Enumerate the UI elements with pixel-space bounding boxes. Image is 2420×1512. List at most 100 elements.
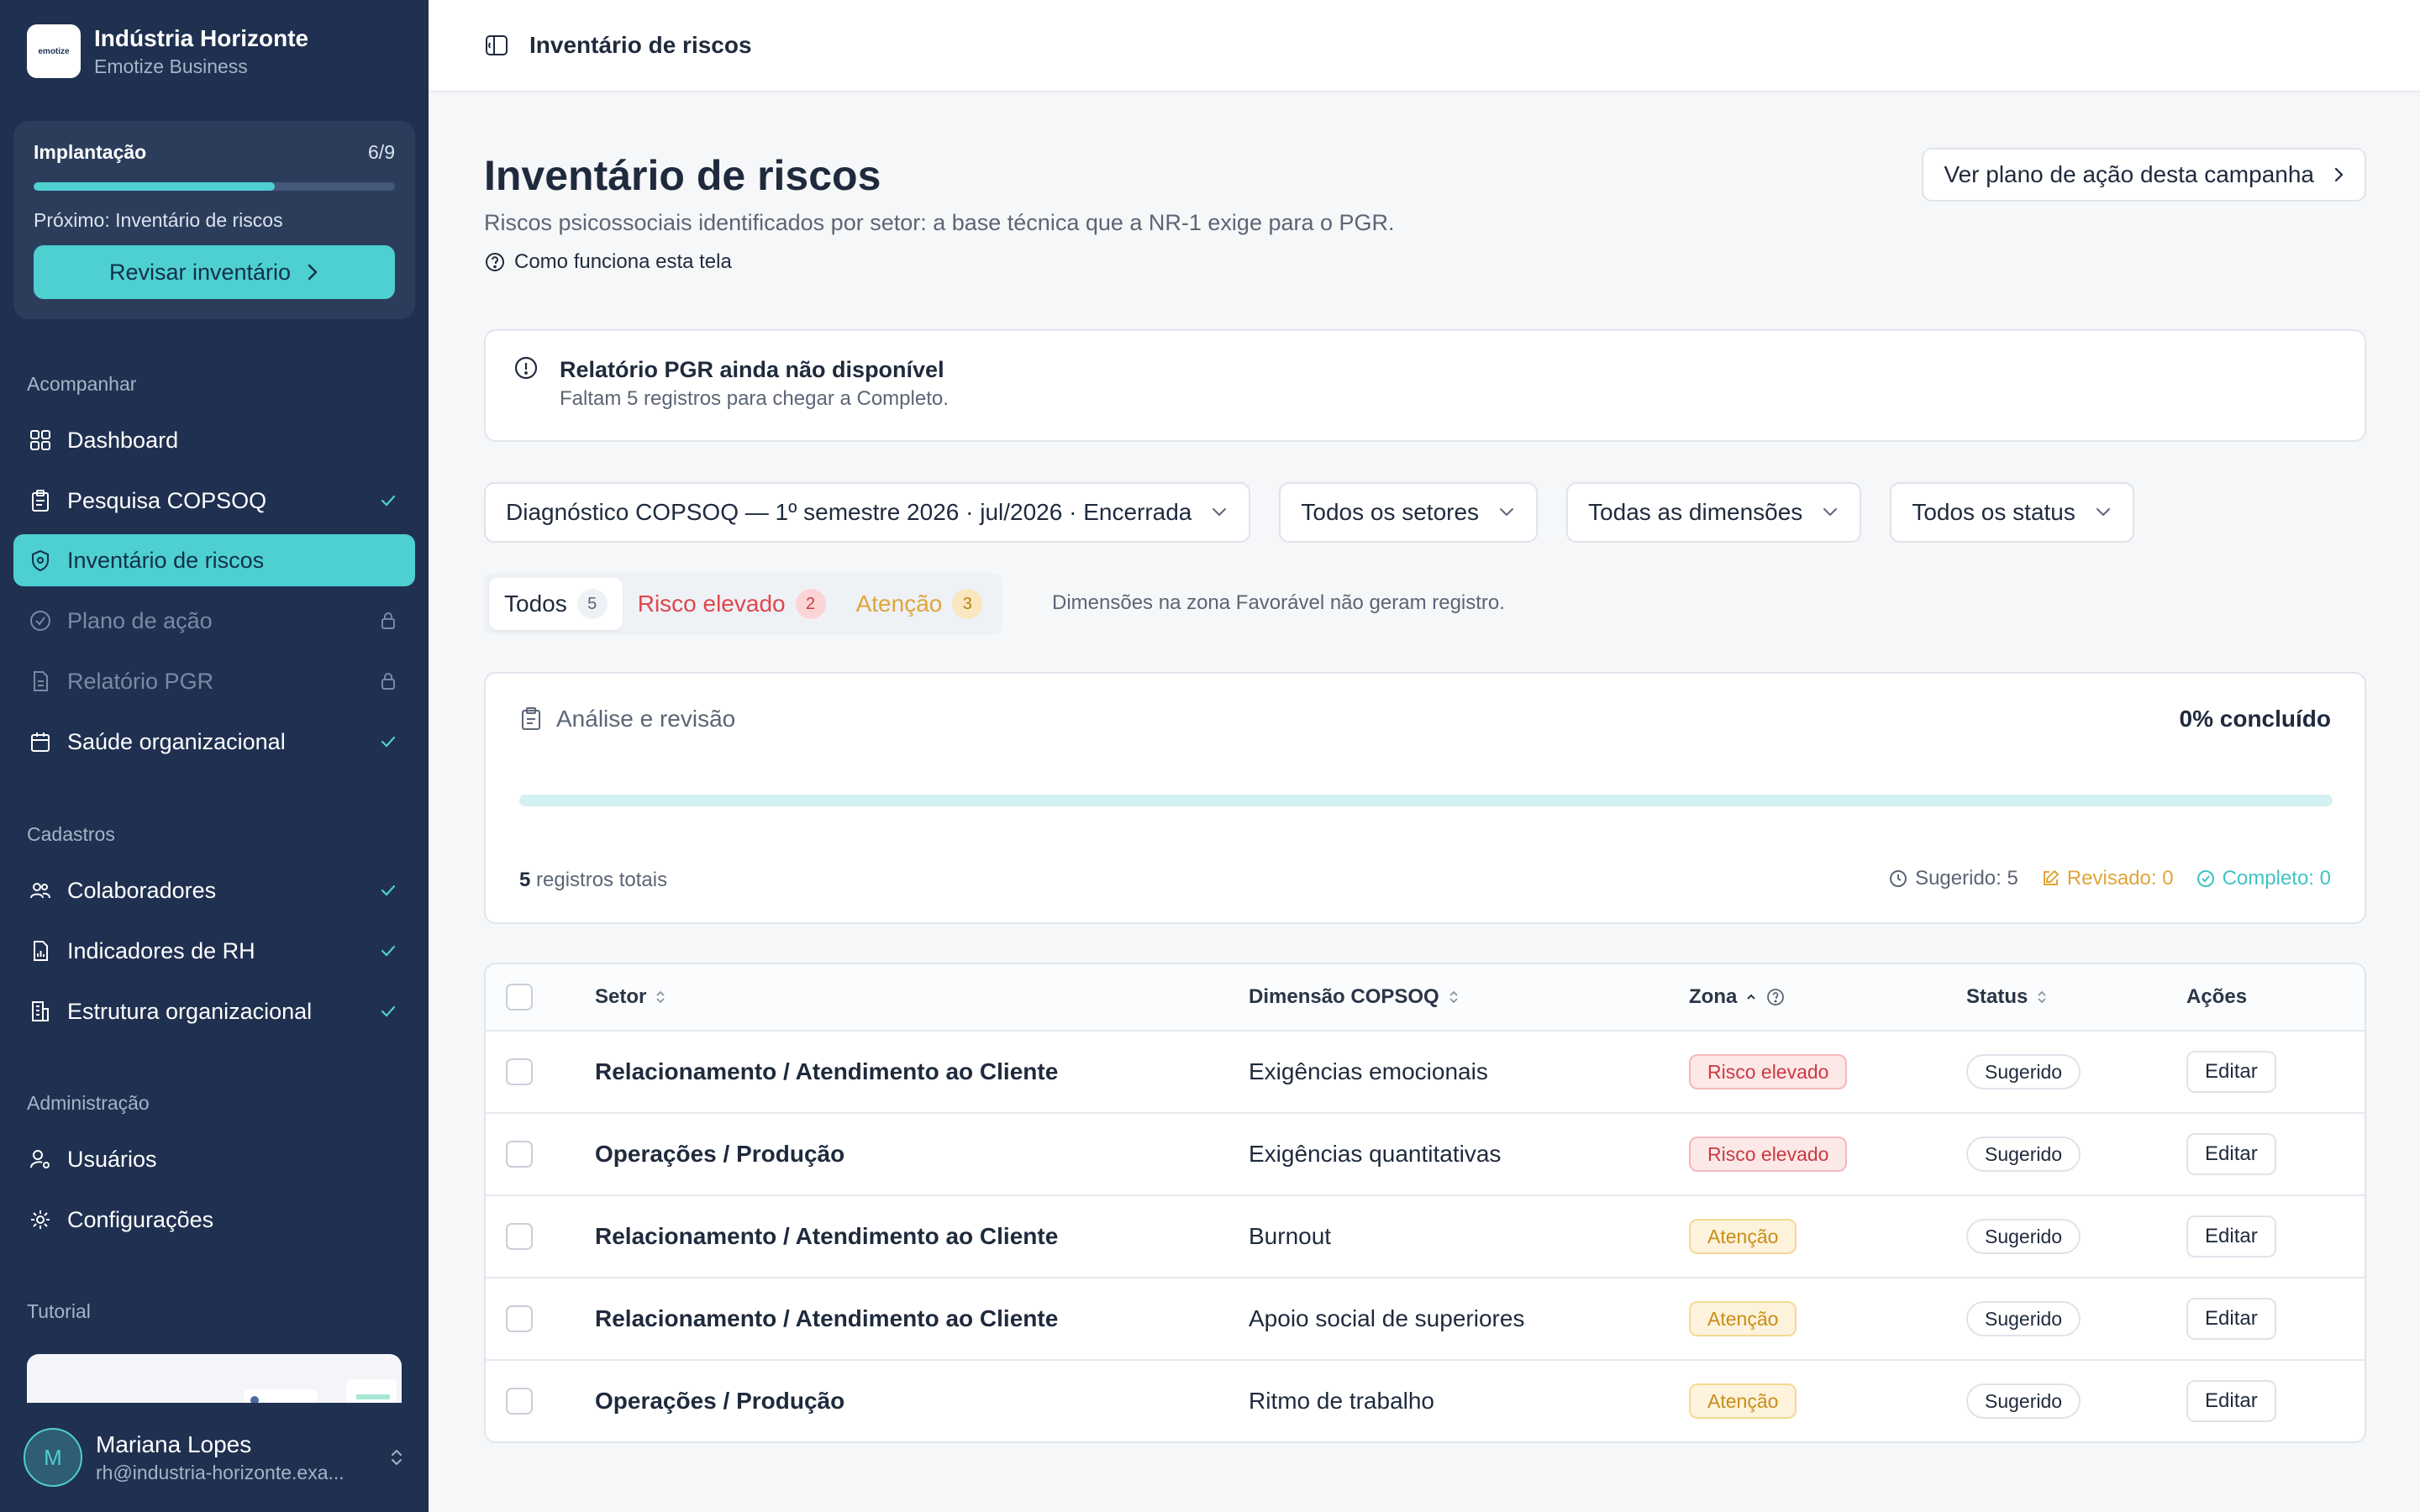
sidebar-item-plano-de-acao[interactable]: Plano de ação: [13, 595, 415, 647]
review-inventory-button[interactable]: Revisar inventário: [34, 245, 395, 299]
row-checkbox[interactable]: [506, 1223, 533, 1250]
column-header-label: Dimensão COPSOQ: [1249, 985, 1439, 1008]
check-icon: [375, 487, 402, 514]
org-switcher[interactable]: emotize Indústria Horizonte Emotize Busi…: [27, 24, 308, 79]
legend-reviewed: Revisado: 0: [2040, 867, 2174, 890]
segment-all[interactable]: Todos 5: [489, 578, 623, 630]
user-menu[interactable]: M Mariana Lopes rh@industria-horizonte.e…: [0, 1403, 429, 1512]
table-header-row: Setor Dimensão COPSOQ Zona Status Ações: [486, 964, 2365, 1030]
edit-button[interactable]: Editar: [2186, 1133, 2276, 1175]
cell-dimensao: Exigências emocionais: [1249, 1058, 1488, 1084]
org-name: Indústria Horizonte: [94, 25, 309, 51]
cell-setor: Relacionamento / Atendimento ao Cliente: [595, 1223, 1059, 1249]
implantacao-count: 6/9: [368, 141, 395, 163]
column-header-status[interactable]: Status: [1966, 985, 2048, 1009]
nav-section-tutorial: Tutorial: [27, 1300, 91, 1322]
segment-attention[interactable]: Atenção 3: [841, 578, 998, 630]
segment-label: Risco elevado: [637, 591, 786, 617]
select-all-checkbox[interactable]: [506, 984, 533, 1011]
check-icon: [375, 937, 402, 964]
check-icon: [375, 877, 402, 904]
nav-section-cadastros: Cadastros: [27, 823, 115, 845]
table-row: Relacionamento / Atendimento ao Cliente …: [486, 1277, 2365, 1359]
sidebar-item-configuracoes[interactable]: Configurações: [13, 1194, 415, 1246]
analysis-legend: Sugerido: 5 Revisado: 0 Completo: 0: [1888, 867, 2331, 890]
page-subtitle: Riscos psicossociais identificados por s…: [484, 210, 1395, 235]
edit-button[interactable]: Editar: [2186, 1051, 2276, 1093]
analysis-progress-bar: [519, 795, 2333, 806]
cell-setor: Operações / Produção: [595, 1141, 845, 1167]
table-row: Operações / Produção Ritmo de trabalho A…: [486, 1359, 2365, 1441]
sidebar-item-saude-organizacional[interactable]: Saúde organizacional: [13, 716, 415, 768]
row-checkbox[interactable]: [506, 1058, 533, 1085]
clock-icon: [1890, 870, 1907, 887]
document-icon: [27, 668, 54, 695]
row-checkbox[interactable]: [506, 1141, 533, 1168]
table-row: Operações / Produção Exigências quantita…: [486, 1112, 2365, 1194]
column-header-setor[interactable]: Setor: [595, 985, 666, 1009]
status-select[interactable]: Todos os status: [1890, 482, 2134, 543]
sidebar-item-inventario-de-riscos[interactable]: Inventário de riscos: [13, 534, 415, 586]
risk-table: Setor Dimensão COPSOQ Zona Status Ações: [484, 963, 2366, 1443]
sidebar-item-label: Dashboard: [67, 427, 179, 453]
column-header-zona[interactable]: Zona: [1689, 985, 1786, 1009]
analysis-total: 5 registros totais: [519, 869, 667, 892]
zone-segmented-control: Todos 5 Risco elevado 2 Atenção 3: [484, 573, 1003, 635]
chevron-down-icon: [2096, 508, 2110, 517]
pgr-alert: Relatório PGR ainda não disponível Falta…: [484, 329, 2366, 442]
sidebar-item-colaboradores[interactable]: Colaboradores: [13, 864, 415, 916]
implantacao-next: Próximo: Inventário de riscos: [34, 209, 283, 231]
legend-complete: Completo: 0: [2196, 867, 2331, 890]
dimension-select[interactable]: Todas as dimensões: [1566, 482, 1862, 543]
org-plan: Emotize Business: [94, 55, 248, 77]
tutorial-card[interactable]: [27, 1354, 402, 1404]
help-link-label: Como funciona esta tela: [514, 250, 732, 273]
users-icon: [27, 877, 54, 904]
org-logo: emotize: [27, 24, 81, 78]
chevron-down-icon: [1213, 508, 1227, 517]
sidebar-item-label: Plano de ação: [67, 607, 213, 633]
sidebar-item-usuarios[interactable]: Usuários: [13, 1133, 415, 1185]
dimension-select-value: Todas as dimensões: [1588, 499, 1803, 525]
row-checkbox[interactable]: [506, 1305, 533, 1332]
sidebar: emotize Indústria Horizonte Emotize Busi…: [0, 0, 429, 1512]
sidebar-item-label: Indicadores de RH: [67, 937, 255, 963]
column-header-dimensao[interactable]: Dimensão COPSOQ: [1249, 985, 1460, 1009]
sidebar-item-relatorio-pgr[interactable]: Relatório PGR: [13, 655, 415, 707]
legend-suggested: Sugerido: 5: [1888, 867, 2018, 890]
chevron-down-icon: [1500, 508, 1514, 517]
status-select-value: Todos os status: [1912, 499, 2075, 525]
edit-button[interactable]: Editar: [2186, 1380, 2276, 1422]
sidebar-item-dashboard[interactable]: Dashboard: [13, 414, 415, 466]
help-link[interactable]: Como funciona esta tela: [484, 250, 732, 274]
table-row: Relacionamento / Atendimento ao Cliente …: [486, 1194, 2365, 1277]
sidebar-toggle-icon[interactable]: [484, 33, 509, 58]
clipboard-list-icon: [522, 707, 540, 730]
segment-high-risk[interactable]: Risco elevado 2: [623, 578, 841, 630]
segment-label: Todos: [504, 591, 567, 617]
filters: Diagnóstico COPSOQ — 1º semestre 2026 · …: [484, 482, 2134, 543]
cell-dimensao: Exigências quantitativas: [1249, 1141, 1502, 1167]
zone-badge: Risco elevado: [1689, 1054, 1848, 1089]
page-title: Inventário de riscos: [484, 152, 881, 199]
sidebar-item-label: Configurações: [67, 1206, 214, 1232]
gear-icon: [27, 1206, 54, 1233]
zone-badge: Risco elevado: [1689, 1137, 1848, 1172]
implantacao-progress-fill: [34, 182, 275, 191]
help-circle-icon[interactable]: [1765, 987, 1786, 1007]
edit-button[interactable]: Editar: [2186, 1298, 2276, 1340]
row-checkbox[interactable]: [506, 1388, 533, 1415]
campaign-select[interactable]: Diagnóstico COPSOQ — 1º semestre 2026 · …: [484, 482, 1251, 543]
sidebar-item-estrutura-organizacional[interactable]: Estrutura organizacional: [13, 985, 415, 1037]
sidebar-item-indicadores-de-rh[interactable]: Indicadores de RH: [13, 925, 415, 977]
view-action-plan-button[interactable]: Ver plano de ação desta campanha: [1922, 148, 2366, 202]
user-email: rh@industria-horizonte.exa...: [96, 1462, 345, 1483]
sidebar-item-pesquisa-copsoq[interactable]: Pesquisa COPSOQ: [13, 475, 415, 527]
sidebar-item-label: Estrutura organizacional: [67, 998, 313, 1024]
sector-select[interactable]: Todos os setores: [1279, 482, 1539, 543]
campaign-select-value: Diagnóstico COPSOQ — 1º semestre 2026 · …: [506, 499, 1192, 525]
segment-count: 2: [795, 589, 826, 619]
edit-button[interactable]: Editar: [2186, 1215, 2276, 1257]
implantacao-card: Implantação 6/9 Próximo: Inventário de r…: [13, 121, 415, 319]
column-header-acoes: Ações: [2186, 985, 2247, 1009]
